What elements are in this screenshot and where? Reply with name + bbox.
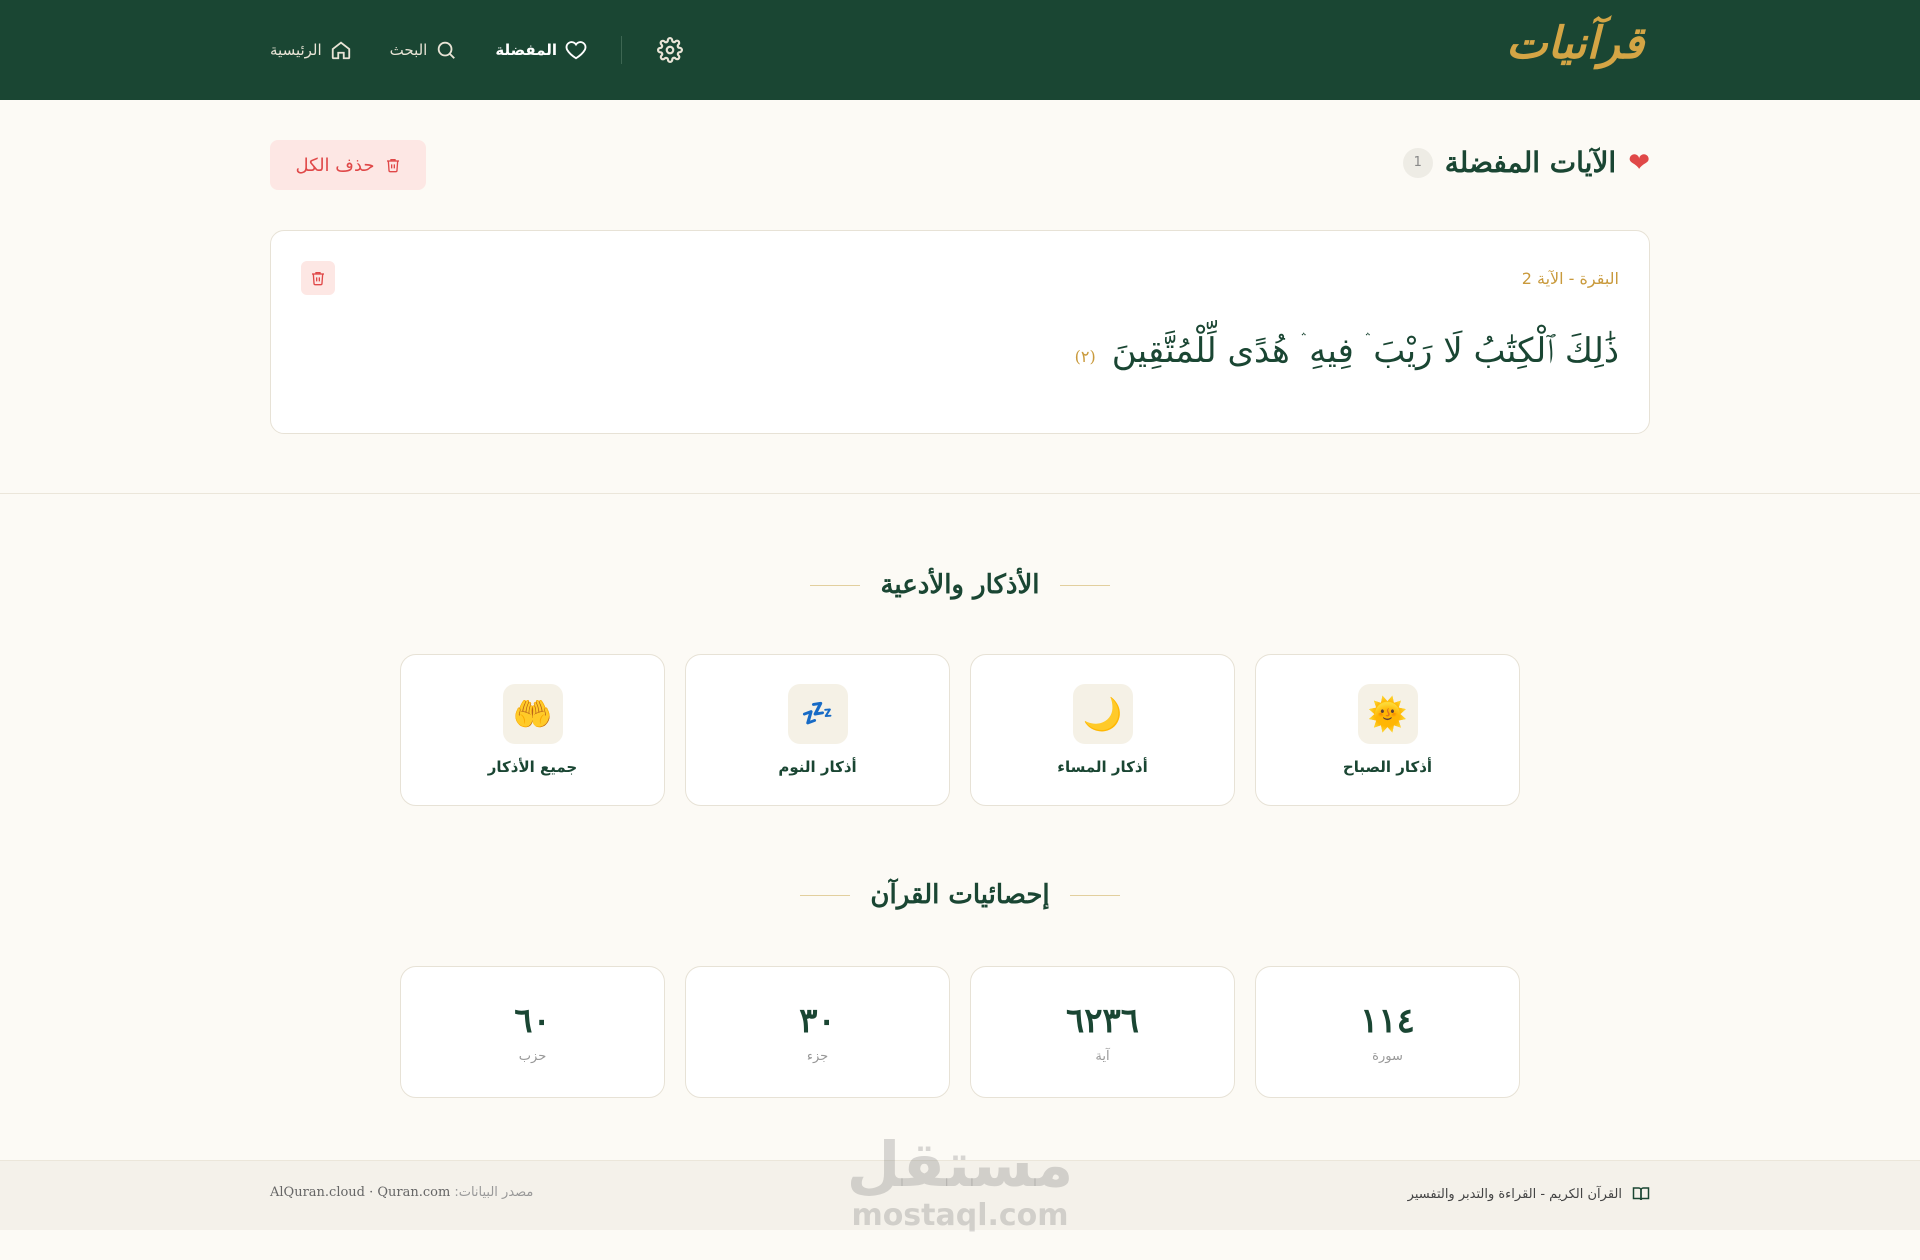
page-title: الآيات المفضلة <box>1444 146 1617 179</box>
footer-sources: مصدر البيانات: AlQuran.cloud · Quran.com <box>270 1185 533 1200</box>
delete-all-label: حذف الكل <box>295 154 375 176</box>
stat-label: سورة <box>1372 1048 1403 1064</box>
stat-label: جزء <box>806 1048 829 1064</box>
trash-icon <box>386 159 399 173</box>
search-icon <box>438 41 456 59</box>
adhkar-card-evening[interactable]: 🌙 أذكار المساء <box>970 654 1235 806</box>
nav-home-label: الرئيسية <box>270 41 322 59</box>
nav-search-label: البحث <box>389 41 428 59</box>
watermark-logo: مستقل mostaql.com <box>845 1130 1075 1232</box>
adhkar-card-label: أذكار النوم <box>778 758 857 776</box>
footer-source-label: مصدر البيانات: <box>454 1185 534 1200</box>
adhkar-cards: 🌞 أذكار الصباح 🌙 أذكار المساء 💤 أذكار ال… <box>400 654 1520 806</box>
favorites-heading: ❤ الآيات المفضلة 1 <box>1402 146 1650 179</box>
adhkar-card-all[interactable]: 🤲 جميع الأذكار <box>400 654 665 806</box>
stat-value: ١١٤ <box>1360 1000 1415 1041</box>
nav-divider <box>621 36 622 64</box>
favorites-section: ❤ الآيات المفضلة 1 حذف الكل البقرة - الآ… <box>0 100 1920 494</box>
stat-label: حزب <box>518 1048 547 1064</box>
verse-text-container: ذَٰلِكَ ٱلْكِتَٰبُ لَا رَيْبَ ۛ فِيهِ ۛ … <box>1075 331 1619 371</box>
verse-text: ذَٰلِكَ ٱلْكِتَٰبُ لَا رَيْبَ ۛ فِيهِ ۛ … <box>1111 331 1619 371</box>
verse-reference: البقرة - الآية 2 <box>1521 269 1619 288</box>
nav-search[interactable]: البحث <box>390 39 458 61</box>
heart-icon <box>565 41 587 60</box>
trash-icon <box>312 272 324 286</box>
adhkar-card-label: أذكار المساء <box>1057 758 1148 776</box>
adhkar-card-morning[interactable]: 🌞 أذكار الصباح <box>1255 654 1520 806</box>
stats-heading: إحصائيات القرآن <box>0 880 1920 910</box>
remove-verse-button[interactable] <box>301 261 335 295</box>
stat-value: ٦٢٣٦ <box>1065 1000 1140 1041</box>
stat-card-ayahs: ٦٢٣٦ آية <box>970 966 1235 1098</box>
nav-favorites-label: المفضلة <box>495 41 557 59</box>
heading-ornament-line <box>1069 894 1120 896</box>
nav-favorites[interactable]: المفضلة <box>495 39 587 61</box>
gear-icon <box>657 37 683 63</box>
app-header: قرآنيات الرئيسية البحث المفضلة <box>0 0 1920 100</box>
stat-value: ٣٠ <box>799 1000 836 1041</box>
adhkar-heading: الأذكار والأدعية <box>0 570 1920 600</box>
sun-icon: 🌞 <box>1357 684 1418 744</box>
praying-hands-icon: 🤲 <box>502 684 563 744</box>
footer-source-links[interactable]: AlQuran.cloud · Quran.com <box>270 1185 450 1200</box>
watermark-arabic: مستقل <box>846 1128 1074 1201</box>
main-nav: الرئيسية البحث المفضلة <box>270 34 684 66</box>
adhkar-card-label: جميع الأذكار <box>487 758 578 776</box>
nav-home[interactable]: الرئيسية <box>270 39 352 61</box>
book-icon <box>1632 1187 1650 1201</box>
stat-card-hizb: ٦٠ حزب <box>400 966 665 1098</box>
stat-label: آية <box>1095 1048 1110 1064</box>
stats-cards: ١١٤ سورة ٦٢٣٦ آية ٣٠ جزء ٦٠ حزب <box>400 966 1520 1098</box>
adhkar-card-sleep[interactable]: 💤 أذكار النوم <box>685 654 950 806</box>
adhkar-title: الأذكار والأدعية <box>880 570 1040 600</box>
footer-tagline: القرآن الكريم - القراءة والتدبر والتفسير <box>1408 1185 1650 1203</box>
heading-ornament-line <box>810 584 861 586</box>
site-logo[interactable]: قرآنيات <box>1506 18 1644 69</box>
verse-number: (٢) <box>1074 347 1096 366</box>
adhkar-card-label: أذكار الصباح <box>1342 758 1433 776</box>
watermark-latin: mostaql.com <box>851 1198 1069 1233</box>
delete-all-button[interactable]: حذف الكل <box>270 140 426 190</box>
footer-tagline-text: القرآن الكريم - القراءة والتدبر والتفسير <box>1407 1186 1622 1202</box>
heading-ornament-line <box>1059 584 1110 586</box>
heart-filled-icon: ❤ <box>1628 147 1650 178</box>
stat-card-juz: ٣٠ جزء <box>685 966 950 1098</box>
settings-button[interactable] <box>656 36 684 64</box>
stat-value: ٦٠ <box>514 1000 551 1041</box>
favorites-count-badge: 1 <box>1402 147 1433 178</box>
sleep-icon: 💤 <box>787 684 848 744</box>
home-icon <box>331 41 350 60</box>
heading-ornament-line <box>800 894 851 896</box>
favorite-verse-card: البقرة - الآية 2 ذَٰلِكَ ٱلْكِتَٰبُ لَا … <box>270 230 1650 434</box>
stat-card-surahs: ١١٤ سورة <box>1255 966 1520 1098</box>
moon-icon: 🌙 <box>1072 684 1133 744</box>
stats-title: إحصائيات القرآن <box>870 880 1050 910</box>
